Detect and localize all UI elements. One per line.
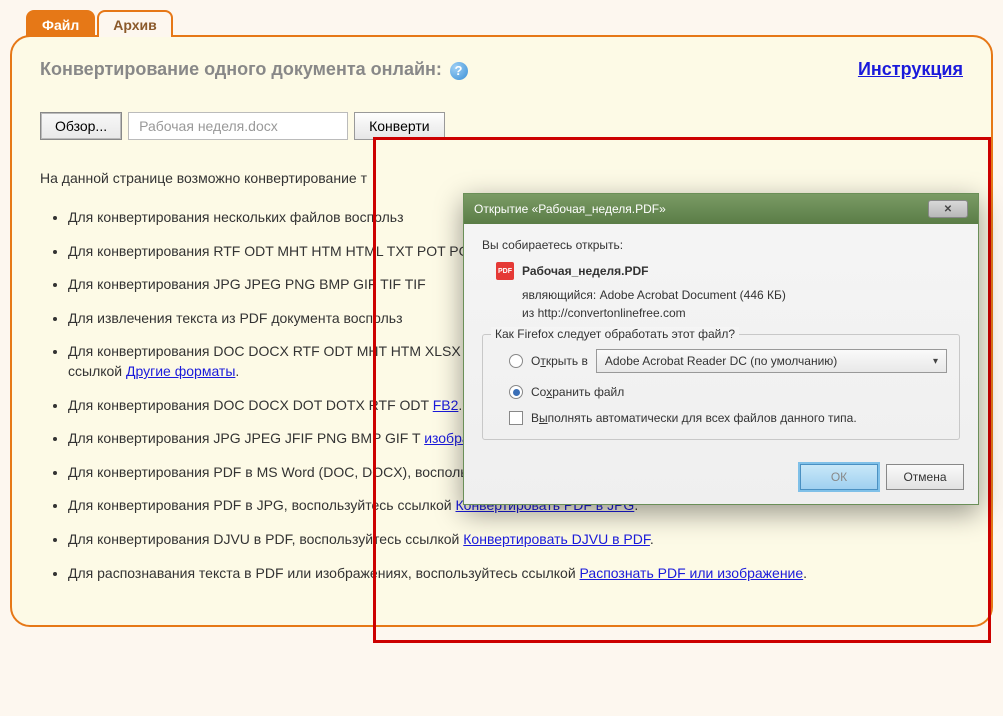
auto-checkbox[interactable] [509, 411, 523, 425]
dialog-intro: Вы собираетесь открыть: [482, 238, 960, 252]
chevron-down-icon: ▾ [933, 356, 938, 367]
format-link[interactable]: Распознать PDF или изображение [580, 565, 804, 581]
main-panel: Конвертирование одного документа онлайн:… [10, 35, 993, 627]
type-label: являющийся: [522, 288, 596, 302]
from-label: из [522, 306, 534, 320]
intro-text: На данной странице возможно конвертирова… [40, 170, 963, 186]
tab-file[interactable]: Файл [26, 10, 95, 37]
help-icon[interactable]: ? [450, 62, 468, 80]
download-dialog: Открытие «Рабочая_неделя.PDF» ✕ Вы собир… [463, 193, 979, 505]
ok-button[interactable]: ОК [800, 464, 878, 490]
app-select[interactable]: Adobe Acrobat Reader DC (по умолчанию) ▾ [596, 349, 947, 373]
save-radio[interactable] [509, 385, 523, 399]
open-label: Открыть в [531, 354, 588, 368]
list-item: Для распознавания текста в PDF или изобр… [68, 564, 963, 584]
from-value: http://convertonlinefree.com [538, 306, 686, 320]
dialog-titlebar: Открытие «Рабочая_неделя.PDF» ✕ [464, 194, 978, 224]
dialog-filename: Рабочая_неделя.PDF [522, 264, 648, 278]
close-icon[interactable]: ✕ [928, 200, 968, 218]
cancel-button[interactable]: Отмена [886, 464, 964, 490]
browse-button[interactable]: Обзор... [40, 112, 122, 140]
action-group: Как Firefox следует обработать этот файл… [482, 334, 960, 440]
auto-label: Выполнять автоматически для всех файлов … [531, 411, 857, 425]
save-label: Сохранить файл [531, 385, 624, 399]
tab-archive[interactable]: Архив [97, 10, 172, 37]
instruction-link[interactable]: Инструкция [858, 59, 963, 80]
format-link[interactable]: Конвертировать DJVU в PDF [463, 531, 650, 547]
app-select-value: Adobe Acrobat Reader DC (по умолчанию) [605, 354, 837, 368]
action-question: Как Firefox следует обработать этот файл… [491, 327, 739, 341]
dialog-title: Открытие «Рабочая_неделя.PDF» [474, 202, 666, 216]
open-radio[interactable] [509, 354, 523, 368]
convert-button[interactable]: Конверти [354, 112, 444, 140]
file-input[interactable]: Рабочая неделя.docx [128, 112, 348, 140]
pdf-icon: PDF [496, 262, 514, 280]
page-title: Конвертирование одного документа онлайн: [40, 59, 442, 79]
format-link[interactable]: FB2 [433, 397, 459, 413]
type-value: Adobe Acrobat Document (446 КБ) [600, 288, 786, 302]
format-link[interactable]: Другие форматы [126, 363, 235, 379]
list-item: Для конвертирования DJVU в PDF, воспольз… [68, 530, 963, 550]
